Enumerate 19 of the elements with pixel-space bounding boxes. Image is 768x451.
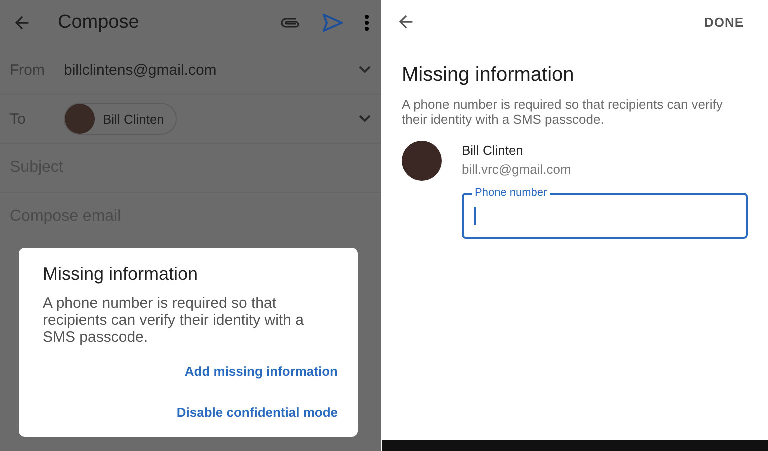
text-cursor bbox=[474, 207, 476, 225]
chevron-down-icon[interactable] bbox=[359, 66, 371, 74]
more-options-icon[interactable] bbox=[365, 15, 369, 31]
screen-title: Missing information bbox=[402, 64, 576, 87]
contact-name: Bill Clinten bbox=[462, 143, 524, 158]
sender-address[interactable]: billclintens@gmail.com bbox=[64, 62, 341, 78]
dialog-message: A phone number is required so that recipients can verify their identity with a SMS passcode. bbox=[43, 295, 305, 346]
chevron-down-icon[interactable] bbox=[359, 115, 371, 123]
dialog-action-button[interactable]: Add missing information bbox=[184, 362, 338, 381]
screen-title: Compose bbox=[58, 12, 140, 34]
avatar bbox=[65, 104, 95, 134]
dialog-title: Missing information bbox=[43, 264, 200, 285]
paperclip-icon[interactable] bbox=[281, 17, 301, 29]
recipient-chip[interactable]: Bill Clinten bbox=[64, 103, 178, 135]
contact-email: bill.vrc@gmail.com bbox=[462, 162, 572, 177]
done-button[interactable]: DONE bbox=[702, 10, 746, 34]
avatar bbox=[402, 141, 442, 181]
info-message: A phone number is required so that recipients can verify their identity with a SMS passcode. bbox=[402, 97, 724, 127]
dialog-action-button[interactable]: Disable confidential mode bbox=[176, 403, 338, 422]
